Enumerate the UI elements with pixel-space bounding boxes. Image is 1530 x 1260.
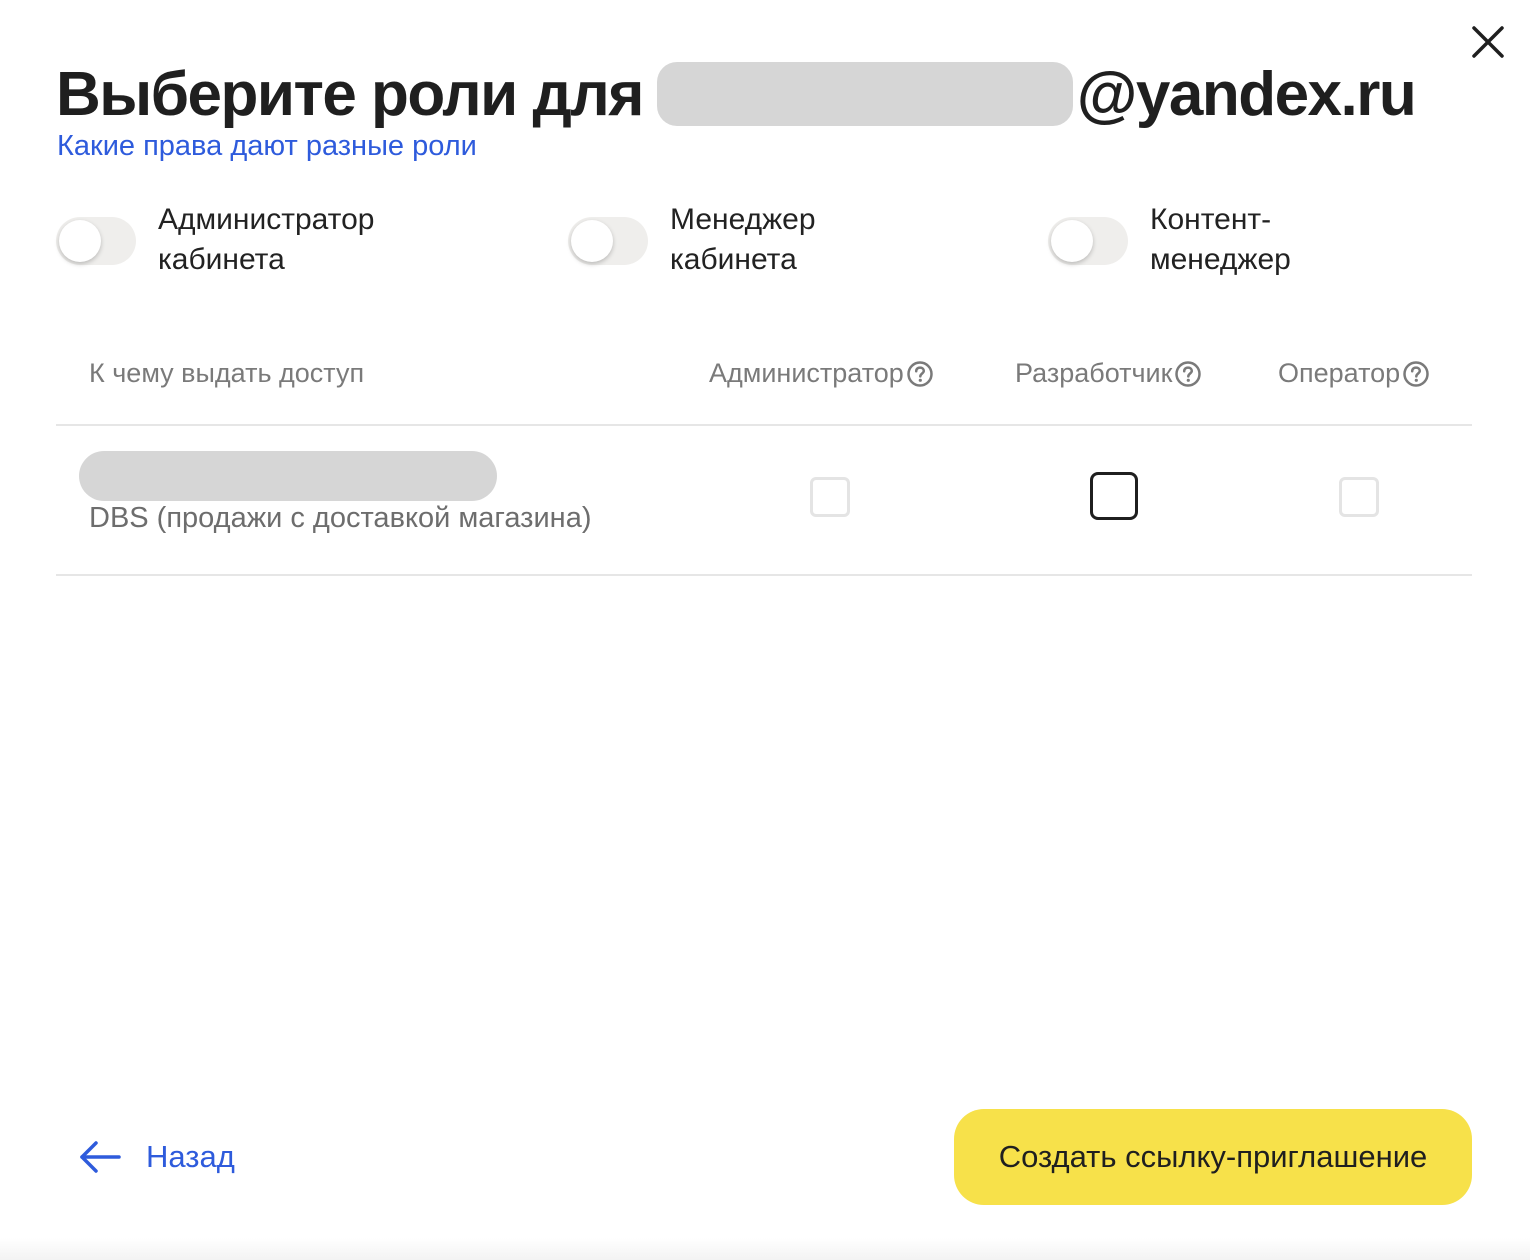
dialog-title: Выберите роли для @yandex.ru	[56, 52, 1417, 136]
role-selection-dialog: Выберите роли для @yandex.ru Какие права…	[0, 0, 1530, 1260]
preset-cabinet-manager: Менеджер кабинета	[568, 200, 816, 280]
preset-label-cabinet-admin: Администратор кабинета	[158, 203, 375, 276]
bottom-edge-shade	[0, 1238, 1530, 1260]
question-circle-icon[interactable]	[1402, 360, 1430, 388]
toggle-cabinet-admin[interactable]	[56, 217, 136, 265]
arrow-left-icon	[80, 1141, 121, 1173]
column-header-admin: Администратор	[709, 358, 934, 389]
toggle-content-manager[interactable]	[1048, 217, 1128, 265]
column-header-operator: Оператор	[1278, 358, 1430, 389]
column-header-operator-label: Оператор	[1278, 358, 1401, 388]
column-header-target: К чему выдать доступ	[89, 358, 364, 389]
create-invite-link-button[interactable]: Создать ссылку-приглашение	[954, 1109, 1472, 1205]
title-suffix: @yandex.ru	[1076, 59, 1417, 129]
column-header-admin-label: Администратор	[709, 358, 904, 388]
column-header-developer: Разработчик	[1015, 358, 1202, 389]
redacted-business-name	[79, 451, 497, 501]
access-table-header: К чему выдать доступ Администратор Разра…	[56, 330, 1472, 426]
back-button[interactable]: Назад	[78, 1132, 235, 1182]
column-header-target-label: К чему выдать доступ	[89, 358, 365, 388]
toggle-knob	[571, 220, 613, 262]
toggle-knob	[59, 220, 101, 262]
column-header-developer-label: Разработчик	[1015, 358, 1173, 388]
roles-info-link[interactable]: Какие права дают разные роли	[57, 130, 477, 163]
checkbox-admin[interactable]	[810, 477, 850, 517]
preset-cabinet-admin: Администратор кабинета	[56, 200, 374, 280]
row-model-subtitle: DBS (продажи с доставкой магазина)	[89, 502, 592, 534]
toggle-knob	[1051, 220, 1093, 262]
toggle-cabinet-manager[interactable]	[568, 217, 648, 265]
title-prefix: Выберите роли для	[56, 59, 644, 129]
question-circle-icon[interactable]	[906, 360, 934, 388]
table-row: DBS (продажи с доставкой магазина)	[56, 426, 1472, 576]
preset-content-manager: Контент- менеджер	[1048, 200, 1291, 280]
close-icon	[1472, 26, 1504, 58]
redacted-email	[656, 62, 1073, 126]
back-button-label: Назад	[146, 1139, 235, 1174]
close-button[interactable]	[1466, 20, 1510, 64]
checkbox-operator[interactable]	[1339, 477, 1379, 517]
checkbox-developer[interactable]	[1090, 472, 1138, 520]
question-circle-icon[interactable]	[1174, 360, 1202, 388]
preset-label-content-manager: Контент- менеджер	[1150, 203, 1291, 276]
preset-label-cabinet-manager: Менеджер кабинета	[670, 203, 816, 276]
